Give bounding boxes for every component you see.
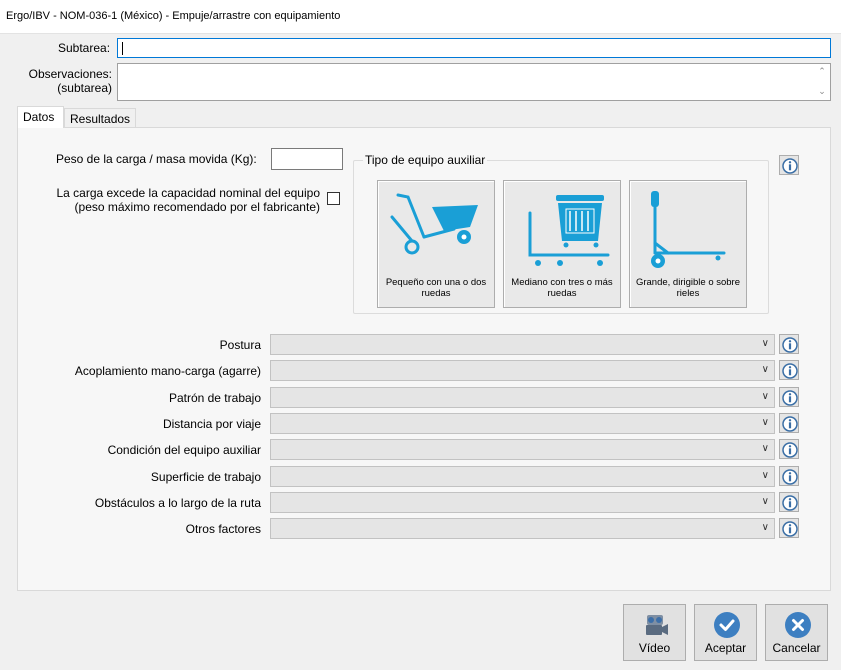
equipo-pequeno-line1: Pequeño con una o dos	[385, 277, 487, 288]
factor-info-button[interactable]	[779, 334, 799, 354]
factor-combobox[interactable]: ∨	[270, 387, 775, 408]
factor-combobox[interactable]: ∨	[270, 518, 775, 539]
info-icon	[782, 442, 798, 458]
factor-info-button[interactable]	[779, 360, 799, 380]
subtarea-input[interactable]	[117, 38, 831, 58]
video-button[interactable]: Vídeo	[623, 604, 686, 661]
peso-input[interactable]	[271, 148, 343, 170]
tab-datos[interactable]: Datos	[17, 106, 64, 128]
info-icon	[782, 158, 798, 174]
info-icon	[782, 521, 798, 537]
info-icon	[782, 416, 798, 432]
equipo-mediano-button[interactable]: Mediano con tres o más ruedas	[503, 180, 621, 308]
subtarea-label: Subtarea:	[58, 41, 111, 55]
info-icon	[782, 390, 798, 406]
info-icon	[782, 469, 798, 485]
chevron-down-icon[interactable]: ∨	[762, 443, 769, 454]
factor-info-button[interactable]	[779, 387, 799, 407]
cart-icon	[528, 195, 610, 266]
cancelar-label: Cancelar	[772, 641, 821, 655]
equipo-mediano-line2: ruedas	[547, 288, 577, 299]
info-icon	[782, 495, 798, 511]
factor-combobox[interactable]: ∨	[270, 413, 775, 434]
equipo-grande-button[interactable]: Grande, dirigible o sobre rieles	[629, 180, 747, 308]
title-bar: Ergo/IBV - NOM-036-1 (México) - Empuje/a…	[0, 0, 841, 34]
peso-label: Peso de la carga / masa movida (Kg):	[56, 152, 257, 166]
chevron-down-icon[interactable]: ∨	[762, 417, 769, 428]
observaciones-input[interactable]: ⌃ ⌄	[117, 63, 831, 101]
excede-label-line2: (peso máximo recomendado por el fabrican…	[74, 200, 320, 214]
equipo-pequeno-line2: ruedas	[421, 288, 451, 299]
factor-info-button[interactable]	[779, 466, 799, 486]
equipo-group-title: Tipo de equipo auxiliar	[363, 153, 488, 167]
observaciones-label: Observaciones: (subtarea)	[20, 67, 112, 95]
cancelar-button[interactable]: Cancelar	[765, 604, 828, 661]
excede-label: La carga excede la capacidad nominal del…	[20, 186, 320, 214]
factor-combobox[interactable]: ∨	[270, 466, 775, 487]
factor-info-button[interactable]	[779, 518, 799, 538]
factor-combobox[interactable]: ∨	[270, 439, 775, 460]
close-icon	[785, 612, 811, 638]
observaciones-label-line2: (subtarea)	[57, 81, 112, 95]
window-title: Ergo/IBV - NOM-036-1 (México) - Empuje/a…	[6, 10, 341, 22]
scroll-up-icon[interactable]: ⌃	[816, 66, 828, 78]
factor-combobox[interactable]: ∨	[270, 334, 775, 355]
observaciones-label-line1: Observaciones:	[28, 67, 112, 81]
factor-combobox[interactable]: ∨	[270, 492, 775, 513]
factor-label: Distancia por viaje	[162, 417, 261, 431]
equipo-mediano-line1: Mediano con tres o más	[511, 277, 613, 288]
factor-label: Obstáculos a lo largo de la ruta	[94, 496, 261, 510]
factor-label: Otros factores	[185, 522, 261, 536]
equipo-grande-line1: Grande, dirigible o sobre	[635, 277, 741, 288]
equipo-info-button[interactable]	[779, 155, 799, 175]
aceptar-label: Aceptar	[704, 641, 747, 655]
wheelbarrow-icon	[390, 193, 478, 255]
chevron-down-icon[interactable]: ∨	[762, 496, 769, 507]
checkmark-icon	[714, 612, 740, 638]
pallet-jack-icon	[651, 191, 726, 268]
chevron-down-icon[interactable]: ∨	[762, 391, 769, 402]
tab-resultados[interactable]: Resultados	[64, 108, 136, 127]
equipo-grande-caption: Grande, dirigible o sobre rieles	[632, 277, 744, 299]
chevron-down-icon[interactable]: ∨	[762, 470, 769, 481]
info-icon	[782, 363, 798, 379]
equipo-grande-line2: rieles	[676, 288, 700, 299]
factor-info-button[interactable]	[779, 413, 799, 433]
factor-label: Condición del equipo auxiliar	[107, 443, 261, 457]
video-label: Vídeo	[638, 641, 671, 655]
chevron-down-icon[interactable]: ∨	[762, 522, 769, 533]
equipo-mediano-caption: Mediano con tres o más ruedas	[506, 277, 618, 299]
chevron-down-icon[interactable]: ∨	[762, 338, 769, 349]
text-caret	[122, 42, 123, 55]
video-camera-icon	[646, 615, 668, 635]
factor-info-button[interactable]	[779, 439, 799, 459]
factor-info-button[interactable]	[779, 492, 799, 512]
chevron-down-icon[interactable]: ∨	[762, 364, 769, 375]
aceptar-button[interactable]: Aceptar	[694, 604, 757, 661]
excede-label-line1: La carga excede la capacidad nominal del…	[56, 186, 320, 200]
equipo-pequeno-button[interactable]: Pequeño con una o dos ruedas	[377, 180, 495, 308]
scroll-down-icon[interactable]: ⌄	[816, 86, 828, 98]
factor-label: Acoplamiento mano-carga (agarre)	[74, 364, 261, 378]
info-icon	[782, 337, 798, 353]
factor-combobox[interactable]: ∨	[270, 360, 775, 381]
equipo-pequeno-caption: Pequeño con una o dos ruedas	[380, 277, 492, 299]
factor-label: Patrón de trabajo	[168, 391, 261, 405]
excede-checkbox[interactable]	[327, 192, 340, 205]
factor-label: Postura	[219, 338, 261, 352]
factor-label: Superficie de trabajo	[150, 470, 261, 484]
